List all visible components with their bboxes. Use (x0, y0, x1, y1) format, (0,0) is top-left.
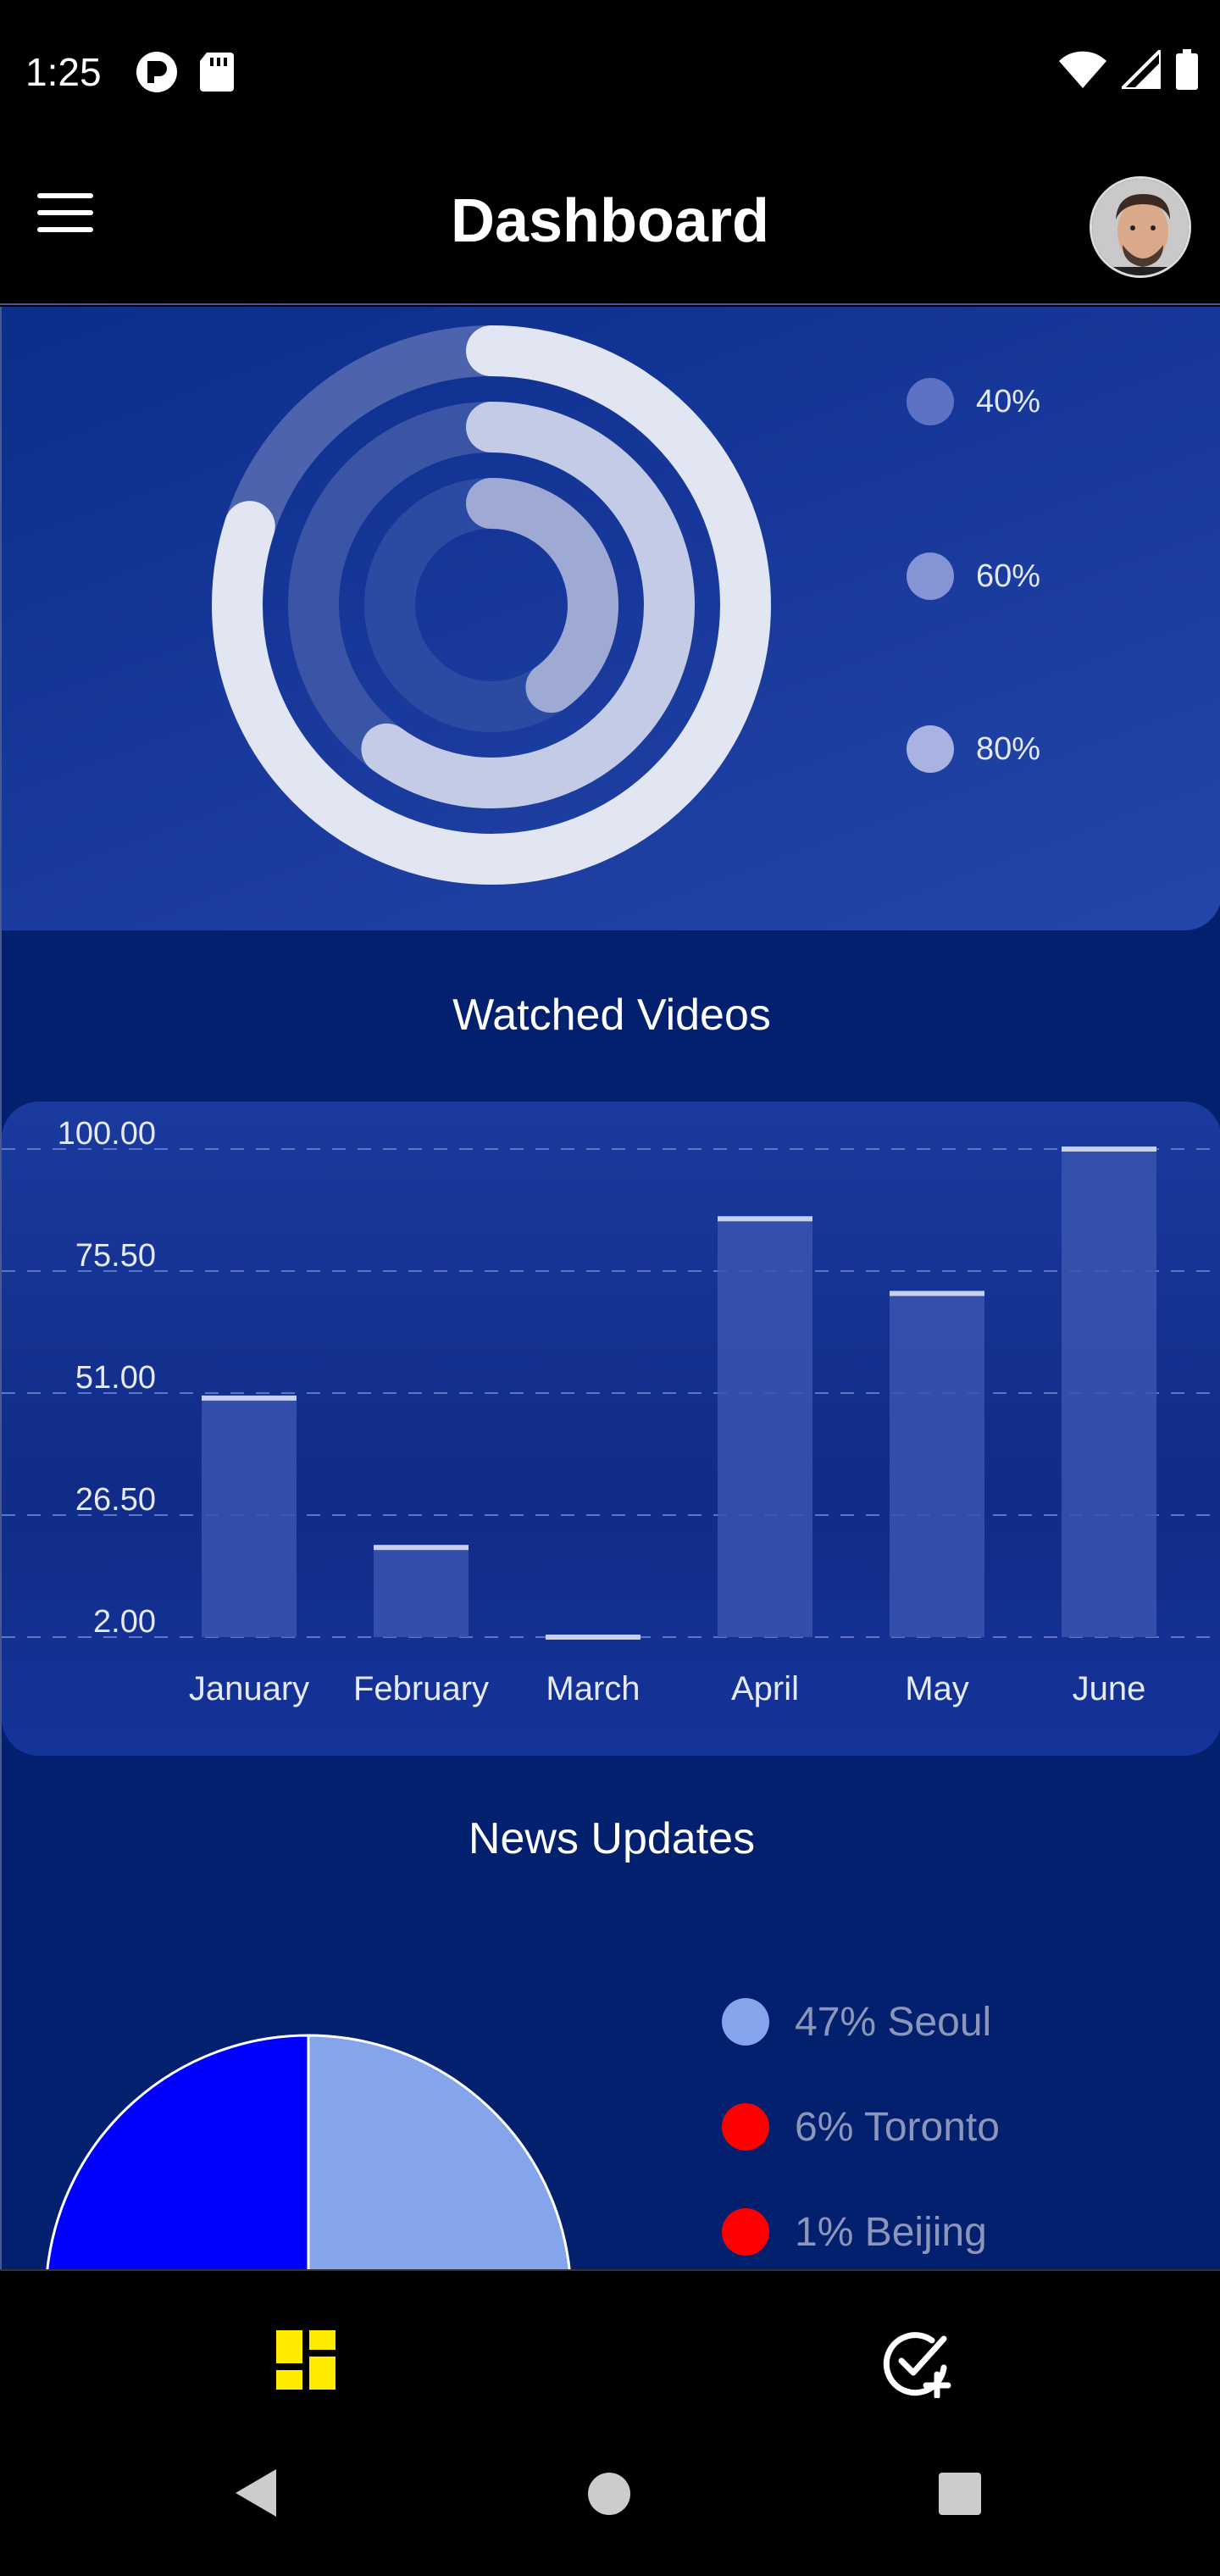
x-tick-label: January (189, 1670, 309, 1707)
wifi-icon (1059, 51, 1106, 88)
page-title: Dashboard (450, 187, 770, 255)
bar-june (1062, 1149, 1156, 1637)
bottom-navigation (0, 2269, 1220, 2434)
legend-label: 1% Beijing (795, 2209, 987, 2255)
status-bar: 1:25 (0, 0, 1220, 142)
add-task-icon (883, 2332, 951, 2400)
y-tick-label: 51.00 (75, 1360, 156, 1396)
legend-dot (722, 2103, 769, 2151)
home-icon[interactable] (586, 2471, 632, 2517)
y-tick-label: 2.00 (93, 1604, 156, 1640)
x-tick-label: March (546, 1670, 640, 1707)
user-avatar[interactable] (1090, 176, 1191, 278)
system-navigation-bar (0, 2434, 1220, 2576)
bar-may (890, 1293, 984, 1637)
nav-dashboard-button[interactable] (276, 2330, 336, 2394)
status-icons-left (136, 51, 234, 93)
legend-dot (907, 552, 954, 600)
y-tick-label: 26.50 (75, 1482, 156, 1518)
recents-icon[interactable] (937, 2471, 983, 2517)
x-tick-label: May (905, 1670, 969, 1707)
radial-legend-item: 60% (907, 552, 1040, 600)
news-updates-title: News Updates (468, 1814, 756, 1863)
radial-progress-chart (212, 325, 771, 885)
y-tick-label: 100.00 (58, 1116, 156, 1152)
legend-dot (722, 2208, 769, 2256)
radial-legend-item: 80% (907, 725, 1040, 773)
nav-add-task-button[interactable] (881, 2327, 952, 2402)
pie-legend-item: 47% Seoul (722, 1998, 991, 2046)
app-bar: Dashboard (0, 142, 1220, 305)
back-icon[interactable] (232, 2468, 278, 2518)
bar-cap (374, 1545, 469, 1551)
news-updates-pie-chart (46, 2034, 571, 2269)
watched-videos-bar-chart: 100.00 75.50 51.00 26.50 2.00 January February… (2, 1116, 1220, 1707)
legend-label: 47% Seoul (795, 1999, 992, 2045)
watched-videos-card: 100.00 75.50 51.00 26.50 2.00 January February… (2, 1102, 1220, 1756)
bar-april (718, 1219, 812, 1637)
bar-cap (718, 1216, 812, 1222)
dashboard-icon (276, 2330, 336, 2390)
x-tick-label: June (1073, 1670, 1146, 1707)
watched-videos-title: Watched Videos (452, 991, 771, 1040)
sd-card-icon (200, 53, 234, 92)
pie-legend-item: 1% Beijing (722, 2208, 987, 2256)
radial-legend-item: 40% (907, 378, 1040, 425)
pie-slice-seoul (307, 2034, 571, 2269)
y-tick-label: 75.50 (75, 1238, 156, 1274)
x-tick-label: February (353, 1670, 489, 1707)
x-tick-label: April (731, 1670, 799, 1707)
battery-icon (1176, 49, 1198, 90)
legend-dot (907, 378, 954, 425)
legend-dot (722, 1998, 769, 2046)
legend-label: 40% (976, 383, 1041, 419)
radial-progress-card: 40% 60% 80% (2, 307, 1220, 930)
bar-january (202, 1397, 297, 1637)
legend-dot (907, 725, 954, 773)
bar-cap (546, 1635, 640, 1640)
status-time: 1:25 (25, 50, 102, 94)
bar-cap (890, 1291, 984, 1296)
legend-label: 80% (976, 730, 1041, 767)
p-logo-icon (136, 52, 177, 92)
cellular-signal-icon (1122, 50, 1161, 89)
bar-cap (202, 1395, 297, 1401)
pie-legend-item: 6% Toronto (722, 2103, 1000, 2151)
pie-slice-other (46, 2034, 310, 2269)
legend-label: 6% Toronto (795, 2104, 1000, 2150)
bar-february (374, 1547, 469, 1637)
dashboard-content[interactable]: 40% 60% 80% Watched Videos 100.00 75.50 51… (0, 307, 1220, 2269)
bar-cap (1062, 1146, 1156, 1152)
legend-label: 60% (976, 558, 1041, 594)
status-icons-right (1059, 49, 1198, 90)
